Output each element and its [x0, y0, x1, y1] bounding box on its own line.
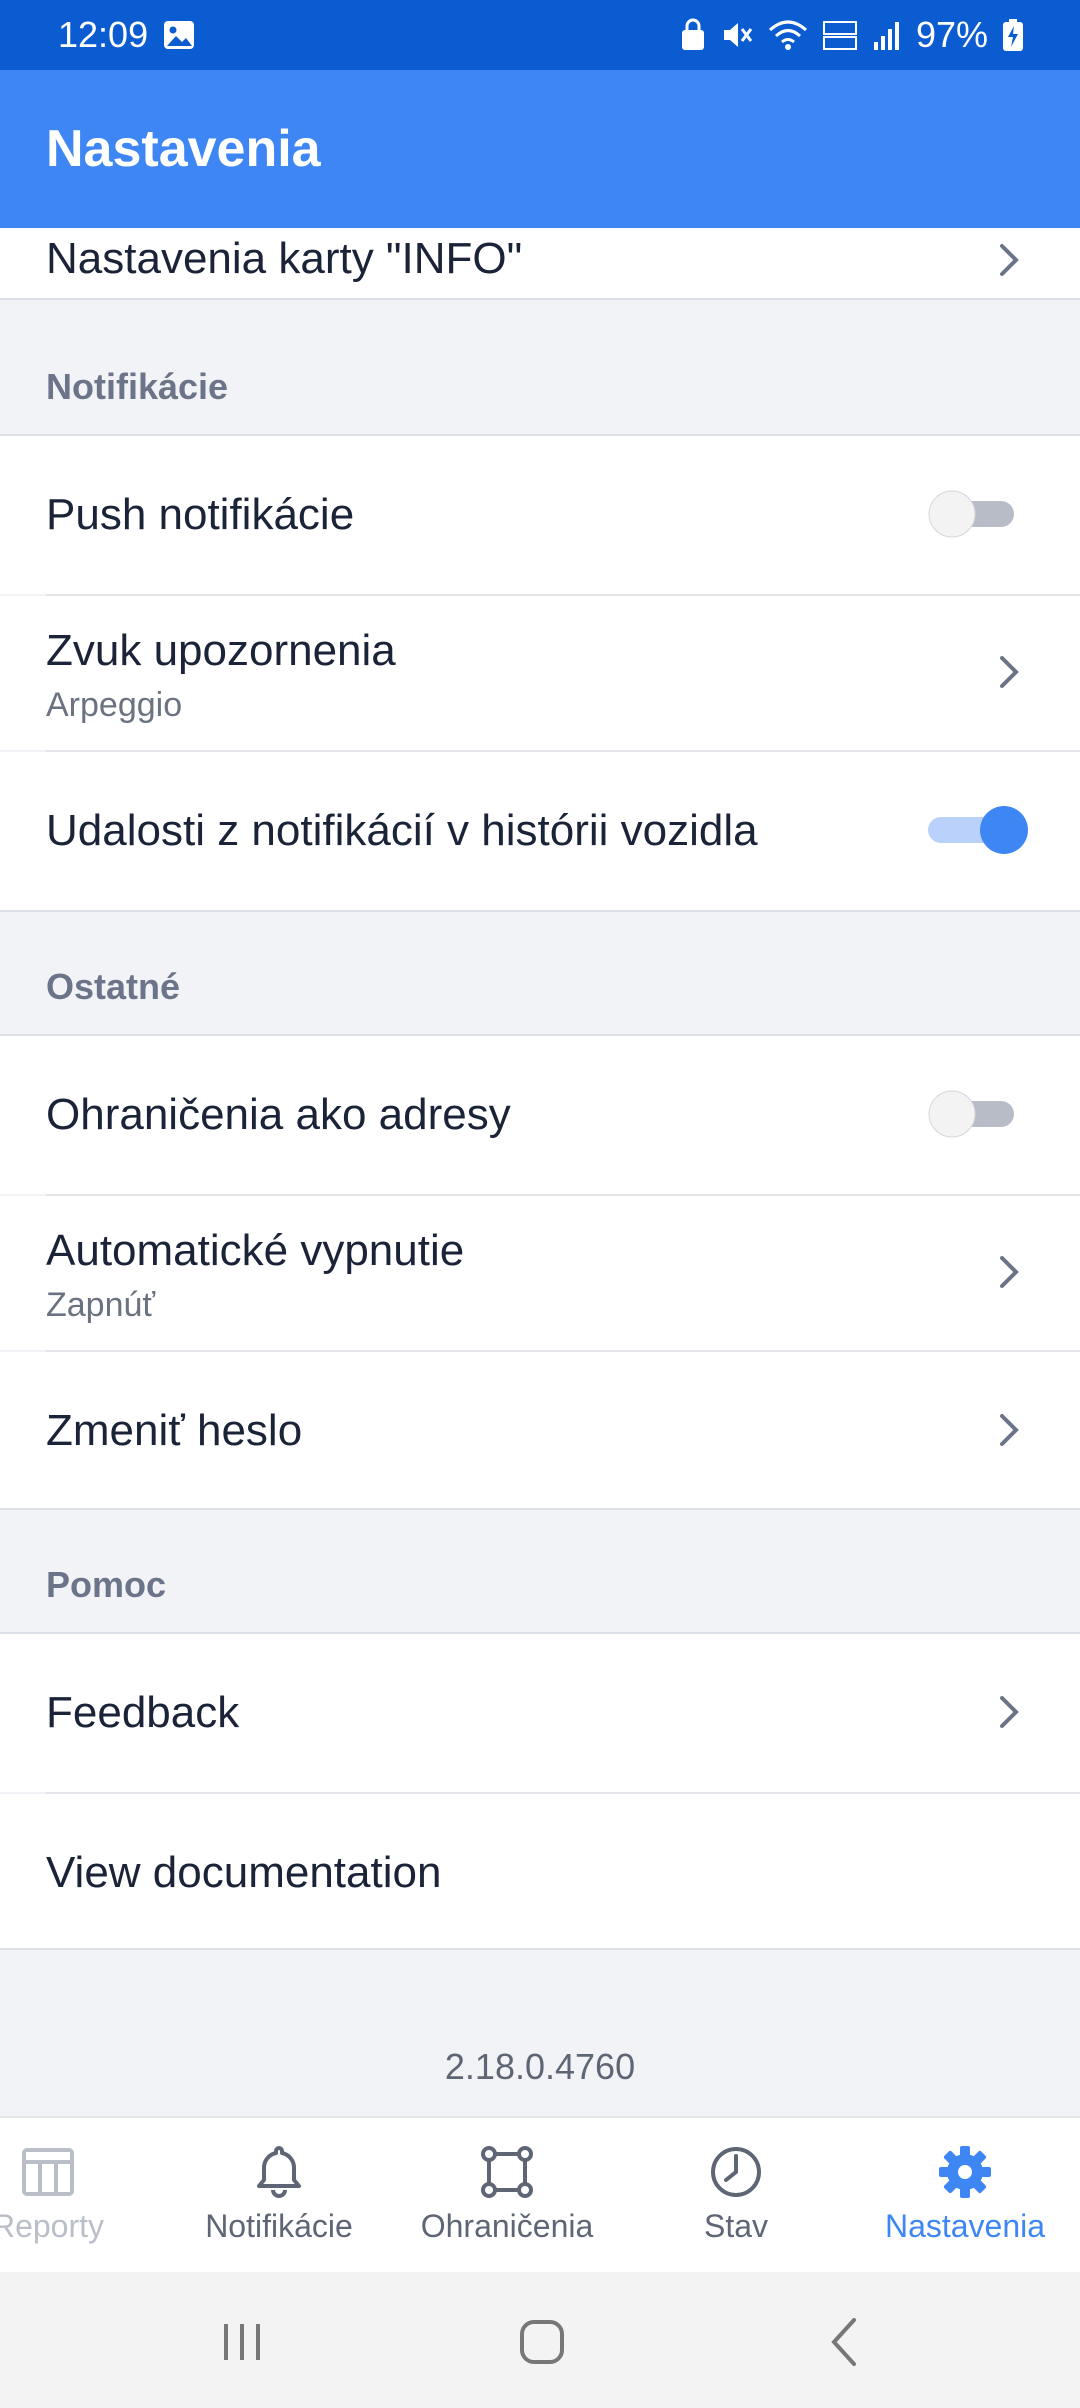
settings-item-feedback[interactable]: Feedback: [0, 1634, 1080, 1792]
settings-item-info-card[interactable]: Nastavenia karty "INFO": [0, 228, 1080, 298]
settings-item-label: Udalosti z notifikácií v histórii vozidl…: [46, 806, 758, 855]
section-divider: [0, 1948, 1080, 1950]
geofence-shape-icon: [481, 2146, 533, 2198]
lock-icon: [680, 18, 706, 52]
system-navigation-bar: [0, 2272, 1080, 2408]
settings-item-label: Push notifikácie: [46, 490, 355, 539]
settings-item-label: Feedback: [46, 1688, 240, 1737]
battery-percentage: 97%: [915, 14, 988, 55]
signal-icon: [872, 18, 902, 52]
battery-charging-icon: [1002, 18, 1024, 52]
status-bar: 12:09 97%: [0, 0, 1080, 70]
wifi-icon: [768, 18, 808, 52]
gallery-notification-icon: [162, 18, 196, 52]
clock-status-icon: [711, 2147, 761, 2197]
section-divider: [0, 298, 1080, 300]
settings-item-notification-history[interactable]: Udalosti z notifikácií v histórii vozidl…: [0, 752, 1080, 910]
notification-history-toggle[interactable]: [924, 804, 1032, 856]
settings-item-auto-off[interactable]: Automatické vypnutie Zapnúť: [0, 1196, 1080, 1350]
bell-icon: [257, 2146, 301, 2198]
home-icon[interactable]: [502, 2302, 582, 2382]
app-version: 2.18.0.4760: [444, 2046, 636, 2087]
settings-item-view-documentation[interactable]: View documentation: [0, 1794, 1080, 1948]
section-divider: [0, 1508, 1080, 1510]
settings-item-push-notifications[interactable]: Push notifikácie: [0, 436, 1080, 594]
section-divider: [0, 910, 1080, 912]
mute-icon: [720, 18, 754, 52]
gear-icon: [939, 2146, 991, 2198]
chevron-right-icon: [1000, 1696, 1019, 1728]
settings-item-label: Ohraničenia ako adresy: [46, 1090, 511, 1139]
nav-label: Nastavenia: [884, 2208, 1046, 2244]
recent-apps-icon[interactable]: [202, 2302, 282, 2382]
section-header-notifications: Notifikácie: [46, 366, 229, 407]
nav-label: Ohraničenia: [420, 2208, 594, 2244]
settings-item-geofences-as-addresses[interactable]: Ohraničenia ako adresy: [0, 1036, 1080, 1194]
section-header-other: Ostatné: [46, 966, 181, 1007]
chevron-right-icon: [1000, 244, 1019, 276]
settings-item-label: Zmeniť heslo: [46, 1406, 303, 1455]
settings-item-change-password[interactable]: Zmeniť heslo: [0, 1352, 1080, 1508]
settings-item-label: Zvuk upozornenia: [46, 626, 396, 675]
volte-icon: [822, 18, 858, 52]
settings-item-value: Arpeggio: [46, 686, 183, 724]
nav-label: Reporty: [0, 2208, 105, 2244]
status-time: 12:09: [58, 14, 149, 55]
bottom-navigation: Reporty Notifikácie Ohraničenia Stav Nas…: [0, 2116, 1080, 2274]
settings-item-label: Automatické vypnutie: [46, 1226, 465, 1275]
reports-icon: [22, 2148, 74, 2196]
settings-item-label: Nastavenia karty "INFO": [46, 234, 523, 283]
chevron-right-icon: [1000, 1256, 1019, 1288]
nav-tab-settings[interactable]: Nastavenia: [857, 2118, 1073, 2274]
settings-item-notification-sound[interactable]: Zvuk upozornenia Arpeggio: [0, 596, 1080, 750]
nav-tab-geofences[interactable]: Ohraničenia: [399, 2118, 615, 2274]
nav-tab-status[interactable]: Stav: [628, 2118, 844, 2274]
section-header-help: Pomoc: [46, 1564, 167, 1605]
chevron-right-icon: [1000, 656, 1019, 688]
back-icon[interactable]: [806, 2302, 886, 2382]
page-title: Nastavenia: [46, 120, 321, 178]
geofences-as-addresses-toggle[interactable]: [924, 1088, 1024, 1140]
push-notifications-toggle[interactable]: [924, 488, 1024, 540]
nav-tab-notifications[interactable]: Notifikácie: [171, 2118, 387, 2274]
settings-item-label: View documentation: [46, 1848, 442, 1897]
nav-tab-reports[interactable]: Reporty: [0, 2118, 156, 2274]
nav-label: Notifikácie: [205, 2208, 353, 2244]
nav-label: Stav: [703, 2208, 769, 2244]
app-bar: Nastavenia: [0, 70, 1080, 228]
chevron-right-icon: [1000, 1414, 1019, 1446]
settings-item-value: Zapnúť: [46, 1286, 156, 1324]
settings-list[interactable]: Nastavenia karty "INFO" Notifikácie Push…: [0, 228, 1080, 2116]
